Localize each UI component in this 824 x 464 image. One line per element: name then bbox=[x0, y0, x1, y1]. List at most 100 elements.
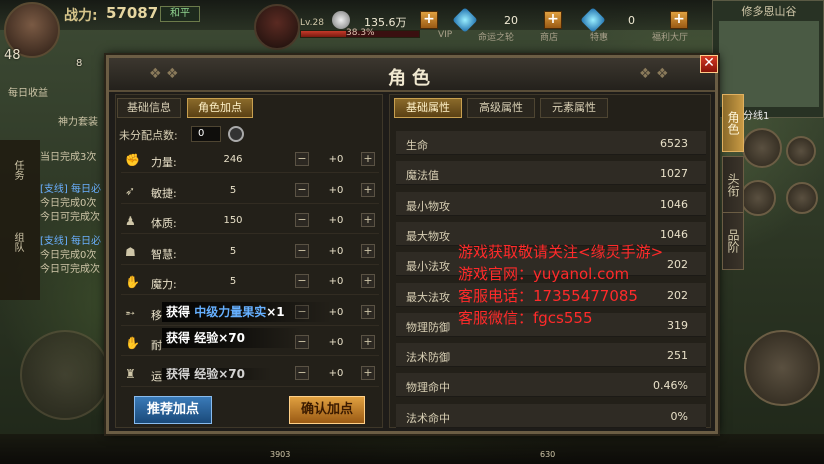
joystick[interactable] bbox=[20, 330, 110, 420]
team-tab[interactable]: 组队 bbox=[10, 232, 25, 252]
attribute-name: 力量: bbox=[151, 156, 177, 169]
wheel-label[interactable]: 命运之轮 bbox=[478, 30, 514, 43]
tab-element-stats[interactable]: 元素属性 bbox=[540, 98, 608, 118]
stat-value: 1046 bbox=[660, 197, 688, 211]
decrease-button[interactable]: − bbox=[295, 213, 309, 227]
body-icon: ♟ bbox=[125, 214, 136, 228]
shop-label[interactable]: 商店 bbox=[540, 30, 558, 43]
vip-label[interactable]: VIP bbox=[438, 30, 452, 40]
toast-suffix: ×70 bbox=[218, 368, 245, 380]
decrease-button[interactable]: − bbox=[295, 182, 309, 197]
skill-button[interactable] bbox=[742, 128, 782, 168]
skill-button[interactable] bbox=[786, 136, 816, 166]
power-label: 战力: bbox=[64, 8, 98, 24]
attribute-add: +0 bbox=[328, 184, 344, 196]
tab-basic-info[interactable]: 基础信息 bbox=[117, 98, 181, 118]
side-tab-title[interactable]: 头衔 bbox=[722, 156, 744, 214]
attribute-add: +0 bbox=[328, 367, 344, 379]
increase-button[interactable]: + bbox=[361, 182, 375, 197]
attribute-row: ♟ 体质: 150 − +0 + bbox=[121, 211, 379, 235]
toast-item: 经验 bbox=[194, 368, 219, 380]
stat-name: 生命 bbox=[406, 139, 428, 152]
target-portrait[interactable] bbox=[254, 4, 300, 50]
bottom-bar bbox=[0, 434, 824, 464]
increase-button[interactable]: + bbox=[361, 274, 375, 288]
stat-value: 6523 bbox=[660, 137, 688, 150]
increase-button[interactable]: + bbox=[361, 243, 375, 258]
attribute-row: ✊ 力量: 246 − +0 + bbox=[121, 150, 379, 174]
quest-line[interactable]: [支线] 每日必 bbox=[40, 180, 101, 195]
special-label[interactable]: 特惠 bbox=[590, 30, 608, 43]
recommend-points-button[interactable]: 推荐加点 bbox=[134, 396, 212, 424]
target-hp-fill bbox=[301, 31, 347, 37]
stat-value: 1027 bbox=[660, 167, 688, 181]
silver-coin-icon bbox=[332, 11, 350, 29]
player-level-sub: 8 bbox=[76, 58, 83, 69]
row-divider bbox=[121, 324, 379, 326]
watermark-line: 游戏官网：yuyanol.com bbox=[458, 265, 630, 283]
bottom-value: 630 bbox=[540, 450, 556, 459]
attribute-add: +0 bbox=[328, 245, 344, 257]
decrease-button[interactable]: − bbox=[295, 152, 309, 166]
side-tab-character[interactable]: 角色 bbox=[722, 94, 744, 152]
unassigned-points-value: 0 bbox=[191, 126, 221, 142]
skill-button[interactable] bbox=[786, 182, 818, 214]
welfare-label[interactable]: 福利大厅 bbox=[652, 30, 688, 43]
stat-value: 202 bbox=[667, 258, 688, 272]
skill-button[interactable] bbox=[740, 180, 776, 216]
quest-line[interactable]: [支线] 每日必 bbox=[40, 232, 101, 247]
reset-icon[interactable] bbox=[228, 126, 244, 142]
increase-button[interactable]: + bbox=[361, 365, 375, 380]
tab-attribute-points[interactable]: 角色加点 bbox=[187, 98, 253, 118]
attribute-add: +0 bbox=[328, 215, 344, 226]
power-value: 57087 bbox=[106, 4, 159, 22]
quest-line: 今日完成0次 bbox=[40, 198, 97, 209]
confirm-points-button[interactable]: 确认加点 bbox=[289, 396, 365, 424]
row-divider bbox=[121, 172, 379, 173]
tab-advanced-stats[interactable]: 高级属性 bbox=[467, 98, 535, 118]
bound-diamond-value: 0 bbox=[628, 14, 635, 27]
add-diamond-button[interactable]: + bbox=[544, 11, 562, 29]
target-level: Lv.28 bbox=[300, 18, 324, 28]
dialog-header: ❖ ❖ ❖ ❖ 角色 bbox=[109, 58, 715, 92]
add-bound-diamond-button[interactable]: + bbox=[670, 11, 688, 29]
add-silver-button[interactable]: + bbox=[420, 11, 438, 29]
row-divider bbox=[121, 355, 379, 356]
tab-basic-stats[interactable]: 基础属性 bbox=[394, 98, 462, 118]
watermark-line: 客服电话：17355477085 bbox=[458, 287, 638, 305]
attribute-value: 5 bbox=[229, 276, 237, 287]
endure-icon: ✋ bbox=[125, 336, 140, 350]
decrease-button[interactable]: − bbox=[295, 243, 309, 258]
decrease-button[interactable]: − bbox=[295, 274, 309, 288]
stat-value: 319 bbox=[667, 318, 688, 332]
increase-button[interactable]: + bbox=[361, 213, 375, 227]
increase-button[interactable]: + bbox=[361, 304, 375, 319]
close-button[interactable]: ✕ bbox=[700, 55, 718, 73]
unassigned-points-label: 未分配点数: bbox=[119, 129, 178, 142]
map-line: 分线1 bbox=[743, 111, 770, 122]
attribute-value: 5 bbox=[229, 184, 237, 196]
watermark-line: 客服微信：fgcs555 bbox=[458, 309, 593, 327]
stat-row: 法术防御 251 bbox=[396, 343, 706, 368]
stat-name: 法术命中 bbox=[406, 411, 450, 425]
attribute-value: 246 bbox=[223, 154, 243, 165]
dialog-title: 角色 bbox=[388, 68, 436, 89]
side-tab-rank[interactable]: 品阶 bbox=[722, 212, 744, 270]
stat-row: 魔法值 1027 bbox=[396, 161, 706, 186]
move-icon: ➵ bbox=[125, 305, 136, 320]
decrease-button[interactable]: − bbox=[295, 365, 309, 380]
mode-button[interactable]: 和平 bbox=[160, 6, 200, 22]
daily-earnings-label[interactable]: 每日收益 bbox=[8, 84, 48, 99]
attribute-row: ☗ 智慧: 5 − +0 + bbox=[121, 242, 379, 266]
stat-name: 最大法攻 bbox=[406, 290, 450, 304]
attack-button[interactable] bbox=[744, 330, 820, 406]
quest-tab[interactable]: 任务 bbox=[10, 160, 25, 180]
stat-row: 物理命中 0.46% bbox=[396, 373, 706, 398]
suit-label[interactable]: 神力套装 bbox=[58, 113, 98, 128]
increase-button[interactable]: + bbox=[361, 335, 375, 349]
row-divider bbox=[121, 294, 379, 295]
row-divider bbox=[121, 385, 379, 387]
increase-button[interactable]: + bbox=[361, 152, 375, 166]
toast-suffix: ×70 bbox=[218, 331, 245, 345]
attribute-name: 体质: bbox=[151, 217, 177, 230]
